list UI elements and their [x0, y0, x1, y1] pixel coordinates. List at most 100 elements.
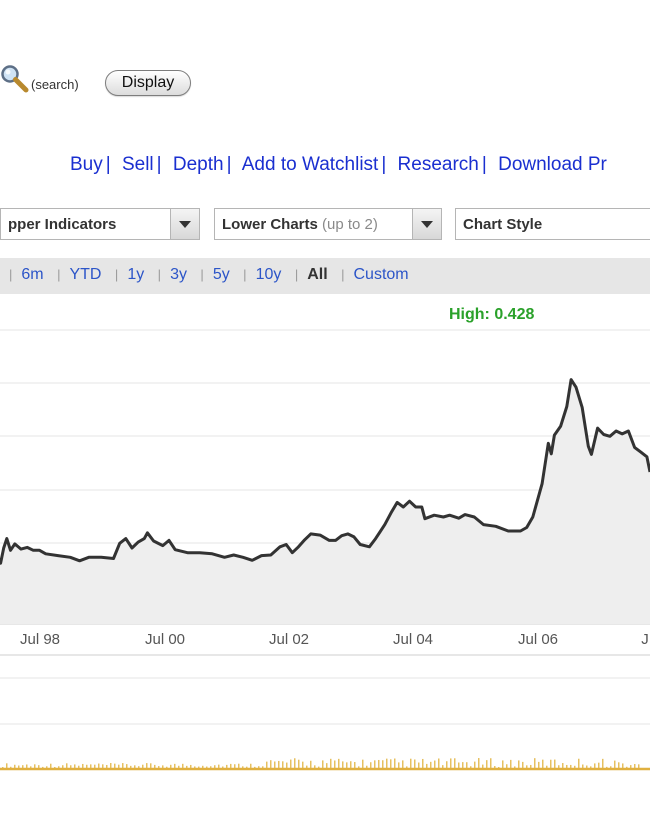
volume-bar	[118, 764, 120, 768]
volume-bar	[142, 764, 144, 768]
volume-bar	[330, 758, 332, 768]
volume-bar	[402, 760, 404, 768]
volume-bar	[298, 759, 300, 768]
volume-bar	[174, 763, 176, 768]
volume-bar	[98, 763, 100, 768]
volume-bar	[214, 765, 216, 768]
volume-bar	[122, 763, 124, 768]
volume-bar	[314, 765, 316, 768]
volume-bar	[546, 765, 548, 768]
volume-bar	[374, 760, 376, 768]
volume-bar	[638, 764, 640, 768]
volume-bar	[554, 759, 556, 768]
volume-bar	[502, 760, 504, 768]
x-tick-label: Jul 98	[20, 631, 60, 648]
volume-bar	[46, 766, 48, 768]
volume-bar	[434, 760, 436, 768]
volume-bar	[630, 765, 632, 768]
volume-bar	[610, 766, 612, 768]
volume-bar	[86, 764, 88, 768]
volume-bar	[510, 759, 512, 768]
volume-bar	[338, 758, 340, 768]
volume-bar	[270, 760, 272, 768]
volume-bar	[66, 763, 68, 768]
volume-bar	[450, 758, 452, 768]
volume-bar	[62, 765, 64, 768]
volume-bar	[418, 762, 420, 768]
volume-bar	[34, 764, 36, 768]
volume-bar	[182, 763, 184, 768]
volume-bar	[266, 761, 268, 768]
volume-bar	[342, 761, 344, 768]
volume-bar	[154, 764, 156, 768]
volume-bar	[74, 764, 76, 768]
volume-bar	[70, 765, 72, 768]
volume-bar	[322, 760, 324, 768]
volume-bar	[350, 761, 352, 768]
volume-bar	[430, 761, 432, 768]
volume-bar	[558, 765, 560, 768]
volume-bar	[218, 764, 220, 768]
volume-bar	[426, 763, 428, 768]
volume-bar	[106, 764, 108, 768]
volume-bar	[26, 764, 28, 768]
volume-bar	[470, 766, 472, 768]
volume-bar	[586, 765, 588, 768]
volume-bar	[262, 766, 264, 768]
volume-bar	[102, 764, 104, 768]
volume-bar	[190, 764, 192, 768]
volume-bar	[210, 766, 212, 768]
volume-bar	[334, 760, 336, 768]
volume-bar	[394, 758, 396, 768]
volume-bar	[326, 763, 328, 768]
x-tick-label: Jul 06	[518, 631, 558, 648]
x-tick-label: J	[641, 631, 649, 648]
volume-bar	[138, 766, 140, 768]
volume-bar	[486, 760, 488, 768]
volume-bar	[242, 766, 244, 768]
volume-bar	[454, 758, 456, 768]
volume-bar	[274, 761, 276, 768]
volume-bar	[130, 765, 132, 768]
volume-bar	[534, 758, 536, 768]
volume-bar	[294, 758, 296, 768]
price-chart: Jul 98 Jul 00 Jul 02 Jul 04 Jul 06 J	[0, 329, 650, 771]
volume-bar	[478, 758, 480, 768]
volume-bar	[602, 758, 604, 768]
volume-bar	[278, 760, 280, 768]
volume-bar	[390, 759, 392, 768]
volume-bar	[382, 760, 384, 768]
volume-bar	[518, 760, 520, 768]
volume-bar	[422, 758, 424, 768]
volume-bar	[542, 759, 544, 768]
volume-bar	[462, 762, 464, 768]
x-tick-label: Jul 02	[269, 631, 309, 648]
volume-bar	[226, 764, 228, 768]
volume-bar	[574, 765, 576, 768]
volume-bar	[162, 765, 164, 768]
volume-bar	[90, 764, 92, 768]
volume-bar	[82, 763, 84, 768]
volume-bar	[570, 764, 572, 768]
volume-bar	[370, 762, 372, 768]
volume-bar	[490, 758, 492, 768]
volume-bar	[310, 760, 312, 768]
volume-bar	[386, 758, 388, 768]
volume-bar	[186, 765, 188, 768]
volume-bar	[178, 765, 180, 768]
volume-bar	[458, 762, 460, 768]
volume-bar	[306, 765, 308, 768]
volume-bar	[50, 763, 52, 768]
volume-bar	[250, 763, 252, 768]
volume-bar	[126, 764, 128, 768]
volume-bar	[378, 759, 380, 768]
volume-bar	[354, 761, 356, 768]
volume-bar	[482, 764, 484, 768]
volume-bar	[614, 760, 616, 768]
x-tick-label: Jul 00	[145, 631, 185, 648]
volume-bar	[598, 762, 600, 768]
volume-bar	[234, 764, 236, 768]
volume-bars	[2, 758, 640, 768]
x-axis-ticks: Jul 98 Jul 00 Jul 02 Jul 04 Jul 06 J	[20, 631, 649, 648]
volume-bar	[150, 763, 152, 768]
